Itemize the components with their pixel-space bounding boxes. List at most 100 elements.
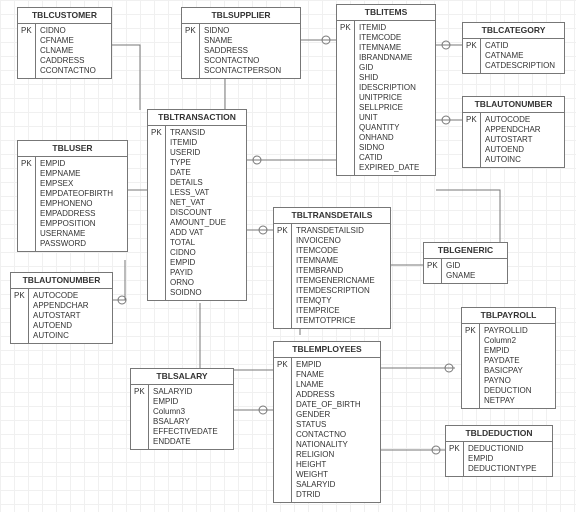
entity-tblpayroll: TBLPAYROLLPKPAYROLLIDColumn2EMPIDPAYDATE…: [461, 307, 556, 409]
pk-column: PK: [424, 259, 442, 283]
column: ADD VAT: [170, 228, 242, 238]
column: ONHAND: [359, 133, 431, 143]
entity-title: TBLSALARY: [131, 369, 233, 385]
column: USERID: [170, 148, 242, 158]
columns: TRANSDETAILSIDINVOICENOITEMCODEITEMNAMEI…: [292, 224, 390, 328]
column: EMPID: [484, 346, 551, 356]
pk-label: PK: [340, 23, 351, 33]
column: AUTOEND: [33, 321, 108, 331]
column: SALARYID: [153, 387, 229, 397]
columns: EMPIDFNAMELNAMEADDRESSDATE_OF_BIRTHGENDE…: [292, 358, 380, 502]
column: SCONTACTPERSON: [204, 66, 296, 76]
erd-canvas: TBLCUSTOMER PK CIDNOCFNAMECLNAMECADDRESSCC…: [0, 0, 576, 512]
column: DEDUCTIONID: [468, 444, 548, 454]
entity-tblsupplier: TBLSUPPLIERPKSIDNOSNAMESADDRESSSCONTACTN…: [181, 7, 301, 79]
column: EMPNAME: [40, 169, 123, 179]
column: CIDNO: [40, 26, 107, 36]
column: ITEMNAME: [296, 256, 386, 266]
column: EXPIRED_DATE: [359, 163, 431, 173]
column: QUANTITY: [359, 123, 431, 133]
pk-label: PK: [466, 41, 477, 51]
entity-title: TBLPAYROLL: [462, 308, 555, 324]
column: BASICPAY: [484, 366, 551, 376]
entity-title: TBLEMPLOYEES: [274, 342, 380, 358]
columns: TRANSIDITEMIDUSERIDTYPEDATEDETAILSLESS_V…: [166, 126, 246, 300]
column: ORNO: [170, 278, 242, 288]
column: EFFECTIVEDATE: [153, 427, 229, 437]
entity-tblgeneric: TBLGENERICPKGIDGNAME: [423, 242, 508, 284]
pk-label: PK: [427, 261, 438, 271]
column: EMPADDRESS: [40, 209, 123, 219]
column: TYPE: [170, 158, 242, 168]
entity-title: TBLITEMS: [337, 5, 435, 21]
entity-tblitems: TBLITEMSPKITEMIDITEMCODEITEMNAMEIBRANDNA…: [336, 4, 436, 176]
column: INVOICENO: [296, 236, 386, 246]
column: AMOUNT_DUE: [170, 218, 242, 228]
column: ITEMCODE: [296, 246, 386, 256]
entity-title: TBLDEDUCTION: [446, 426, 552, 442]
column: PAYROLLID: [484, 326, 551, 336]
entity-title: TBLSUPPLIER: [182, 8, 300, 24]
pk-label: PK: [449, 444, 460, 454]
entity-tblsalary: TBLSALARYPKSALARYIDEMPIDColumn3BSALARYEF…: [130, 368, 234, 450]
column: DTRID: [296, 490, 376, 500]
columns: SIDNOSNAMESADDRESSSCONTACTNOSCONTACTPERS…: [200, 24, 300, 78]
column: EMPPOSITION: [40, 219, 123, 229]
entity-title: TBLTRANSDETAILS: [274, 208, 390, 224]
pk-column: PK: [463, 39, 481, 73]
column: ITEMCODE: [359, 33, 431, 43]
columns: GIDGNAME: [442, 259, 507, 283]
pk-label: PK: [465, 326, 476, 336]
column: STATUS: [296, 420, 376, 430]
column: LNAME: [296, 380, 376, 390]
column: CLNAME: [40, 46, 107, 56]
column: CIDNO: [170, 248, 242, 258]
entity-tblautonumber2: TBLAUTONUMBERPKAUTOCODEAPPENDCHARAUTOSTA…: [462, 96, 565, 168]
columns: CIDNOCFNAMECLNAMECADDRESSCCONTACTNO: [36, 24, 111, 78]
column: GID: [446, 261, 503, 271]
column: UNITPRICE: [359, 93, 431, 103]
entity-tblcategory: TBLCATEGORY PK CATIDCATNAMECATDESCRIPTION: [462, 22, 565, 74]
column: IDESCRIPTION: [359, 83, 431, 93]
column: SOIDNO: [170, 288, 242, 298]
column: SALARYID: [296, 480, 376, 490]
column: NATIONALITY: [296, 440, 376, 450]
column: CADDRESS: [40, 56, 107, 66]
pk-column: PK: [446, 442, 464, 476]
column: CATID: [359, 153, 431, 163]
column: CFNAME: [40, 36, 107, 46]
column: HEIGHT: [296, 460, 376, 470]
pk-column: PK: [274, 358, 292, 502]
column: AUTOSTART: [485, 135, 560, 145]
column: NET_VAT: [170, 198, 242, 208]
column: DEDUCTION: [484, 386, 551, 396]
column: USERNAME: [40, 229, 123, 239]
column: AUTOCODE: [33, 291, 108, 301]
column: EMPID: [40, 159, 123, 169]
column: AUTOCODE: [485, 115, 560, 125]
pk-column: PK: [337, 21, 355, 175]
entity-title: TBLUSER: [18, 141, 127, 157]
column: SNAME: [204, 36, 296, 46]
entity-title: TBLAUTONUMBER: [11, 273, 112, 289]
pk-label: PK: [21, 26, 32, 36]
column: WEIGHT: [296, 470, 376, 480]
entity-title: TBLCATEGORY: [463, 23, 564, 39]
entity-tbltransaction: TBLTRANSACTIONPKTRANSIDITEMIDUSERIDTYPED…: [147, 109, 247, 301]
pk-column: PK: [182, 24, 200, 78]
column: GENDER: [296, 410, 376, 420]
pk-column: PK: [18, 24, 36, 78]
columns: CATIDCATNAMECATDESCRIPTION: [481, 39, 564, 73]
column: ITEMTOTPRICE: [296, 316, 386, 326]
columns: EMPIDEMPNAMEEMPSEXEMPDATEOFBIRTHEMPHONEN…: [36, 157, 127, 251]
column: ENDDATE: [153, 437, 229, 447]
column: ITEMNAME: [359, 43, 431, 53]
column: SCONTACTNO: [204, 56, 296, 66]
column: ITEMBRAND: [296, 266, 386, 276]
entity-title: TBLCUSTOMER: [18, 8, 111, 24]
column: EMPID: [153, 397, 229, 407]
column: IBRANDNAME: [359, 53, 431, 63]
column: SELLPRICE: [359, 103, 431, 113]
entity-tblemployees: TBLEMPLOYEESPKEMPIDFNAMELNAMEADDRESSDATE…: [273, 341, 381, 503]
column: EMPID: [170, 258, 242, 268]
